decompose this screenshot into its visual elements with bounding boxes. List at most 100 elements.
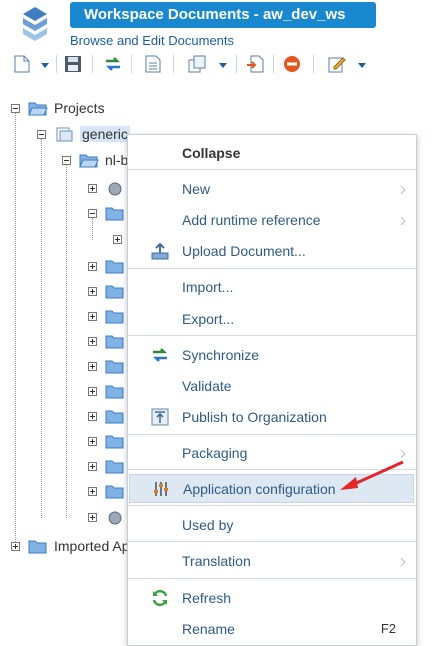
page-title: Workspace Documents - aw_dev_ws — [70, 2, 376, 28]
menu-item-import[interactable]: Import... — [128, 273, 416, 301]
tree-node-child[interactable] — [88, 481, 125, 501]
page-subtitle: Browse and Edit Documents — [70, 33, 235, 48]
tree-node-child[interactable] — [88, 281, 125, 301]
submenu-arrow-icon — [400, 217, 406, 225]
menu-item-collapse[interactable]: Collapse — [128, 139, 416, 167]
synchronize-icon[interactable] — [103, 54, 123, 74]
app-logo-icon — [23, 7, 47, 41]
folder-icon — [105, 335, 124, 348]
expand-icon[interactable] — [88, 461, 97, 471]
toolbar — [0, 52, 433, 78]
toolbar-separator — [173, 55, 174, 73]
tree-label: nl-b — [105, 152, 129, 168]
expand-icon[interactable] — [88, 386, 97, 396]
collapse-icon[interactable] — [11, 103, 20, 113]
tree-node-child[interactable] — [88, 381, 125, 401]
expand-icon[interactable] — [113, 234, 122, 244]
tree-node-projects[interactable]: Projects — [11, 98, 105, 118]
menu-separator — [128, 268, 416, 269]
expand-icon[interactable] — [88, 261, 97, 271]
toolbar-separator — [236, 55, 237, 73]
menu-item-refresh[interactable]: Refresh — [128, 584, 416, 612]
collapse-icon[interactable] — [37, 129, 46, 139]
tree-node-child[interactable] — [88, 431, 125, 451]
tree-node-child[interactable] — [88, 356, 125, 376]
tree-node-nl[interactable]: nl-b — [62, 150, 128, 170]
tree-node-child[interactable] — [88, 406, 125, 426]
menu-separator — [128, 541, 416, 542]
menu-item-rename[interactable]: Rename F2 — [128, 615, 416, 643]
tree-node-child[interactable] — [88, 456, 125, 476]
menu-separator — [128, 578, 416, 579]
menu-item-new[interactable]: New — [128, 175, 416, 203]
toolbar-separator — [273, 55, 274, 73]
import-icon[interactable] — [245, 54, 265, 74]
refresh-icon — [150, 588, 170, 608]
submenu-arrow-icon — [400, 186, 406, 194]
menu-item-validate[interactable]: Validate — [128, 372, 416, 400]
folder-open-icon — [79, 154, 99, 167]
save-icon[interactable] — [63, 54, 83, 74]
folder-icon — [105, 310, 124, 323]
expand-icon[interactable] — [88, 411, 97, 421]
upload-icon — [150, 241, 170, 261]
menu-item-export[interactable]: Export... — [128, 305, 416, 333]
menu-item-upload-document[interactable]: Upload Document... — [128, 237, 416, 265]
menu-item-add-runtime-reference[interactable]: Add runtime reference — [128, 206, 416, 234]
expand-icon[interactable] — [88, 361, 97, 371]
menu-item-label: Application configuration — [183, 480, 336, 497]
expand-icon[interactable] — [88, 512, 97, 522]
edit-dropdown-caret-icon[interactable] — [358, 63, 366, 68]
folder-icon — [105, 460, 124, 473]
menu-separator — [128, 169, 416, 170]
menu-item-label: Collapse — [182, 145, 241, 161]
menu-item-label: Packaging — [182, 445, 248, 461]
tree-label: Projects — [54, 100, 105, 116]
folder-icon — [105, 260, 124, 273]
tree-node-child[interactable] — [88, 306, 125, 326]
menu-item-translation[interactable]: Translation — [128, 547, 416, 575]
folder-icon — [28, 540, 47, 553]
context-menu: Collapse New Add runtime reference Uploa… — [127, 134, 417, 646]
tree-node-imported[interactable]: Imported Ap — [11, 536, 130, 556]
shortcut-label: F2 — [380, 621, 396, 636]
menu-item-used-by[interactable]: Used by — [128, 511, 416, 539]
expand-icon[interactable] — [11, 541, 20, 551]
expand-icon[interactable] — [88, 286, 97, 296]
tree-node-generic[interactable]: generic — [37, 124, 130, 144]
folder-open-icon — [28, 102, 48, 115]
toolbar-separator — [131, 55, 132, 73]
expand-icon[interactable] — [88, 486, 97, 496]
expand-icon[interactable] — [88, 436, 97, 446]
expand-icon[interactable] — [88, 311, 97, 321]
collapse-icon[interactable] — [88, 208, 97, 218]
new-document-icon[interactable] — [12, 54, 32, 74]
menu-item-label: Translation — [182, 553, 251, 569]
menu-item-synchronize[interactable]: Synchronize — [128, 341, 416, 369]
tree-node-child[interactable] — [113, 229, 122, 249]
tree-node-child[interactable] — [88, 256, 125, 276]
toolbar-separator — [56, 55, 57, 73]
remove-icon[interactable] — [282, 54, 302, 74]
tree-node-child[interactable] — [88, 331, 125, 351]
menu-item-publish[interactable]: Publish to Organization — [128, 403, 416, 431]
configuration-sliders-icon — [151, 479, 171, 499]
menu-item-label: Used by — [182, 517, 234, 533]
menu-item-label: Import... — [182, 279, 234, 295]
menu-item-label: Synchronize — [182, 347, 260, 363]
expand-icon[interactable] — [88, 336, 97, 346]
document-icon[interactable] — [143, 54, 163, 74]
folder-icon — [105, 360, 124, 373]
expand-icon[interactable] — [88, 183, 97, 193]
tree-node-child[interactable] — [88, 178, 125, 198]
copy-icon[interactable] — [188, 54, 208, 74]
project-icon — [56, 127, 73, 141]
folder-icon — [105, 485, 124, 498]
edit-icon[interactable] — [327, 54, 347, 74]
tree-node-child[interactable] — [88, 203, 125, 223]
collapse-icon[interactable] — [62, 155, 71, 165]
tree-node-child[interactable] — [88, 507, 125, 527]
copy-dropdown-caret-icon[interactable] — [219, 63, 227, 68]
new-dropdown-caret-icon[interactable] — [41, 63, 49, 68]
menu-item-label: Upload Document... — [182, 243, 306, 259]
